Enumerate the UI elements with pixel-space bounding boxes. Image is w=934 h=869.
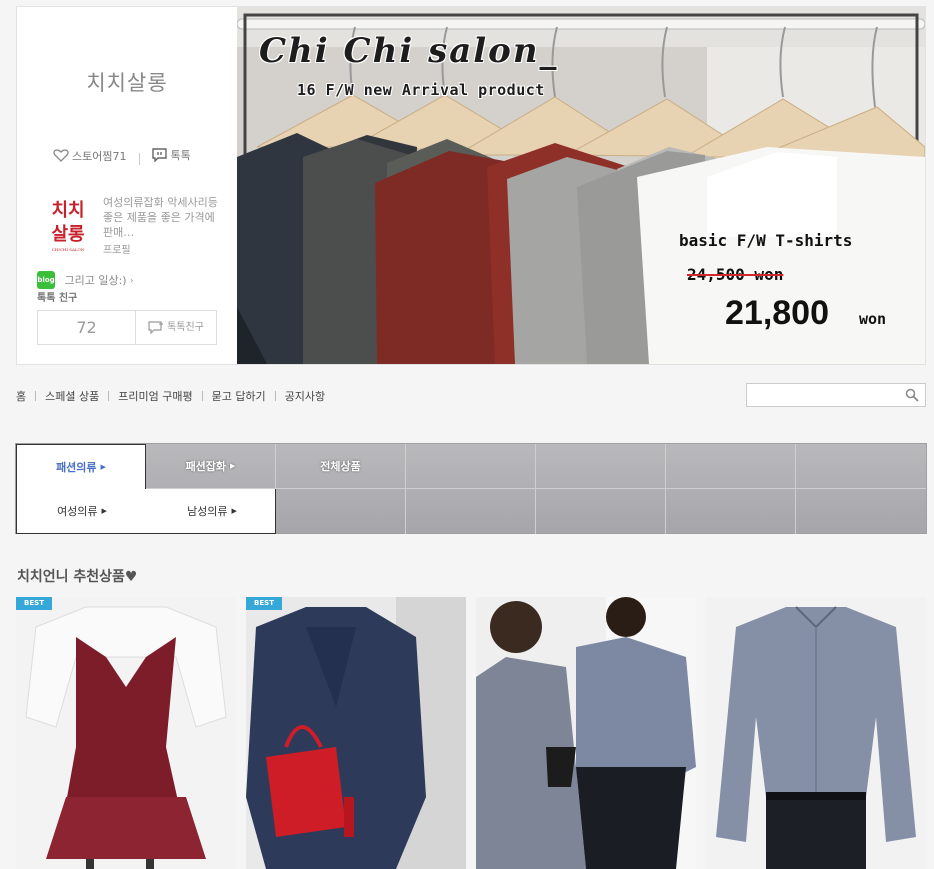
- arrow-right-icon: ▶: [100, 463, 106, 471]
- chat-bubble-icon: [152, 148, 168, 162]
- store-stats: 스토어찜71 톡톡: [53, 147, 223, 167]
- logo-text-line1: 치치: [51, 200, 85, 221]
- talk-label: 톡톡: [170, 149, 191, 162]
- nav-qna[interactable]: 묻고 답하기: [212, 388, 266, 404]
- store-logo[interactable]: 치치 살롱 CHICHI SALON: [45, 199, 91, 257]
- category-label: 패션의류: [56, 461, 97, 474]
- talk-friend-label: 톡톡 친구: [37, 293, 78, 304]
- product-image: [476, 597, 696, 869]
- category-fashion-accessories[interactable]: 패션잡화 ▶: [146, 444, 276, 489]
- category-label: 패션잡화: [185, 460, 227, 473]
- subcategory-panel: 여성의류 ▶ 남성의류 ▶: [16, 489, 276, 534]
- best-badge: BEST: [16, 597, 52, 610]
- add-talk-friend-button[interactable]: 톡톡친구: [136, 311, 216, 344]
- banner-product-name: basic F/W T-shirts: [679, 231, 853, 250]
- product-image: [16, 597, 236, 869]
- category-all-products[interactable]: 전체상품: [276, 444, 406, 489]
- category-empty: [406, 489, 536, 534]
- banner-old-price: 24,500 won: [687, 265, 784, 284]
- banner-price-unit: won: [859, 310, 887, 328]
- product-card[interactable]: BEST: [246, 597, 466, 869]
- store-name[interactable]: 치치살롱: [17, 67, 237, 97]
- subcategory-mens[interactable]: 남성의류 ▶: [147, 489, 277, 533]
- category-empty: [666, 489, 796, 534]
- blog-link[interactable]: blog 그리고 일상:) ›: [37, 271, 227, 289]
- product-card[interactable]: BEST: [16, 597, 236, 869]
- add-talk-friend-label: 톡톡친구: [167, 322, 204, 333]
- banner-title: Chi Chi salon_: [259, 31, 559, 71]
- nav-divider: [108, 391, 110, 401]
- blog-icon: blog: [37, 271, 55, 289]
- store-search: [746, 383, 926, 407]
- category-empty: [406, 444, 536, 489]
- subcategory-label: 여성의류: [57, 505, 98, 518]
- category-label: 전체상품: [320, 460, 361, 473]
- subcategory-label: 남성의류: [187, 505, 228, 518]
- banner-new-price: 21,800: [725, 294, 829, 332]
- product-image: [706, 597, 926, 869]
- category-empty: [536, 489, 666, 534]
- nav-notice[interactable]: 공지사항: [285, 388, 325, 404]
- nav-divider: [35, 391, 37, 401]
- category-empty: [796, 489, 926, 534]
- category-empty: [536, 444, 666, 489]
- product-image: [246, 597, 466, 869]
- store-profile: 치치살롱 스토어찜71 톡톡 치치 살롱 CHICHI SALON 여성의류잡화…: [17, 7, 237, 364]
- product-card[interactable]: [706, 597, 926, 869]
- nav-special-products[interactable]: 스페셜 상품: [45, 388, 99, 404]
- category-menu: 패션의류 ▶ 패션잡화 ▶ 전체상품 여성의류 ▶ 남성의류 ▶: [15, 443, 927, 534]
- category-fashion-clothing[interactable]: 패션의류 ▶: [16, 444, 146, 489]
- store-nav: 홈 스페셜 상품 프리미엄 구매평 묻고 답하기 공지사항: [16, 387, 325, 405]
- chat-add-icon: [148, 321, 164, 334]
- store-wish-button[interactable]: 스토어찜71: [53, 148, 126, 164]
- nav-home[interactable]: 홈: [16, 388, 26, 404]
- wish-count-label: 스토어찜71: [72, 149, 127, 163]
- talk-friend-box: 72 톡톡친구: [37, 310, 217, 345]
- arrow-right-icon: ▶: [230, 462, 236, 470]
- blog-text: 그리고 일상:): [64, 274, 127, 287]
- search-input[interactable]: [749, 386, 899, 404]
- search-icon[interactable]: [905, 388, 919, 402]
- heart-icon: [53, 149, 69, 162]
- best-badge: BEST: [246, 597, 282, 610]
- profile-link[interactable]: 프로필: [103, 241, 131, 256]
- nav-divider: [274, 391, 276, 401]
- nav-divider: [201, 391, 203, 401]
- arrow-right-icon: ▶: [231, 507, 237, 515]
- product-card[interactable]: [476, 597, 696, 869]
- nav-premium-reviews[interactable]: 프리미엄 구매평: [118, 388, 192, 404]
- subcategory-womens[interactable]: 여성의류 ▶: [17, 489, 147, 533]
- friend-count: 72: [38, 311, 136, 344]
- chevron-right-icon: ›: [130, 276, 134, 285]
- category-empty: [666, 444, 796, 489]
- banner-subtitle: 16 F/W new Arrival product: [297, 81, 545, 99]
- category-empty: [796, 444, 926, 489]
- logo-subtext: CHICHI SALON: [51, 247, 85, 252]
- store-header: 치치살롱 스토어찜71 톡톡 치치 살롱 CHICHI SALON 여성의류잡화…: [16, 6, 926, 365]
- talk-button[interactable]: 톡톡: [152, 147, 191, 163]
- category-empty: [276, 489, 406, 534]
- logo-text-line2: 살롱: [51, 224, 85, 245]
- store-description: 여성의류잡화 악세사리등 좋은 제품을 좋은 가격에 판매…: [103, 196, 218, 239]
- recommended-title: 치치언니 추천상품♥: [17, 569, 138, 585]
- main-banner[interactable]: Chi Chi salon_ 16 F/W new Arrival produc…: [237, 7, 925, 364]
- divider: [138, 153, 140, 165]
- arrow-right-icon: ▶: [101, 507, 107, 515]
